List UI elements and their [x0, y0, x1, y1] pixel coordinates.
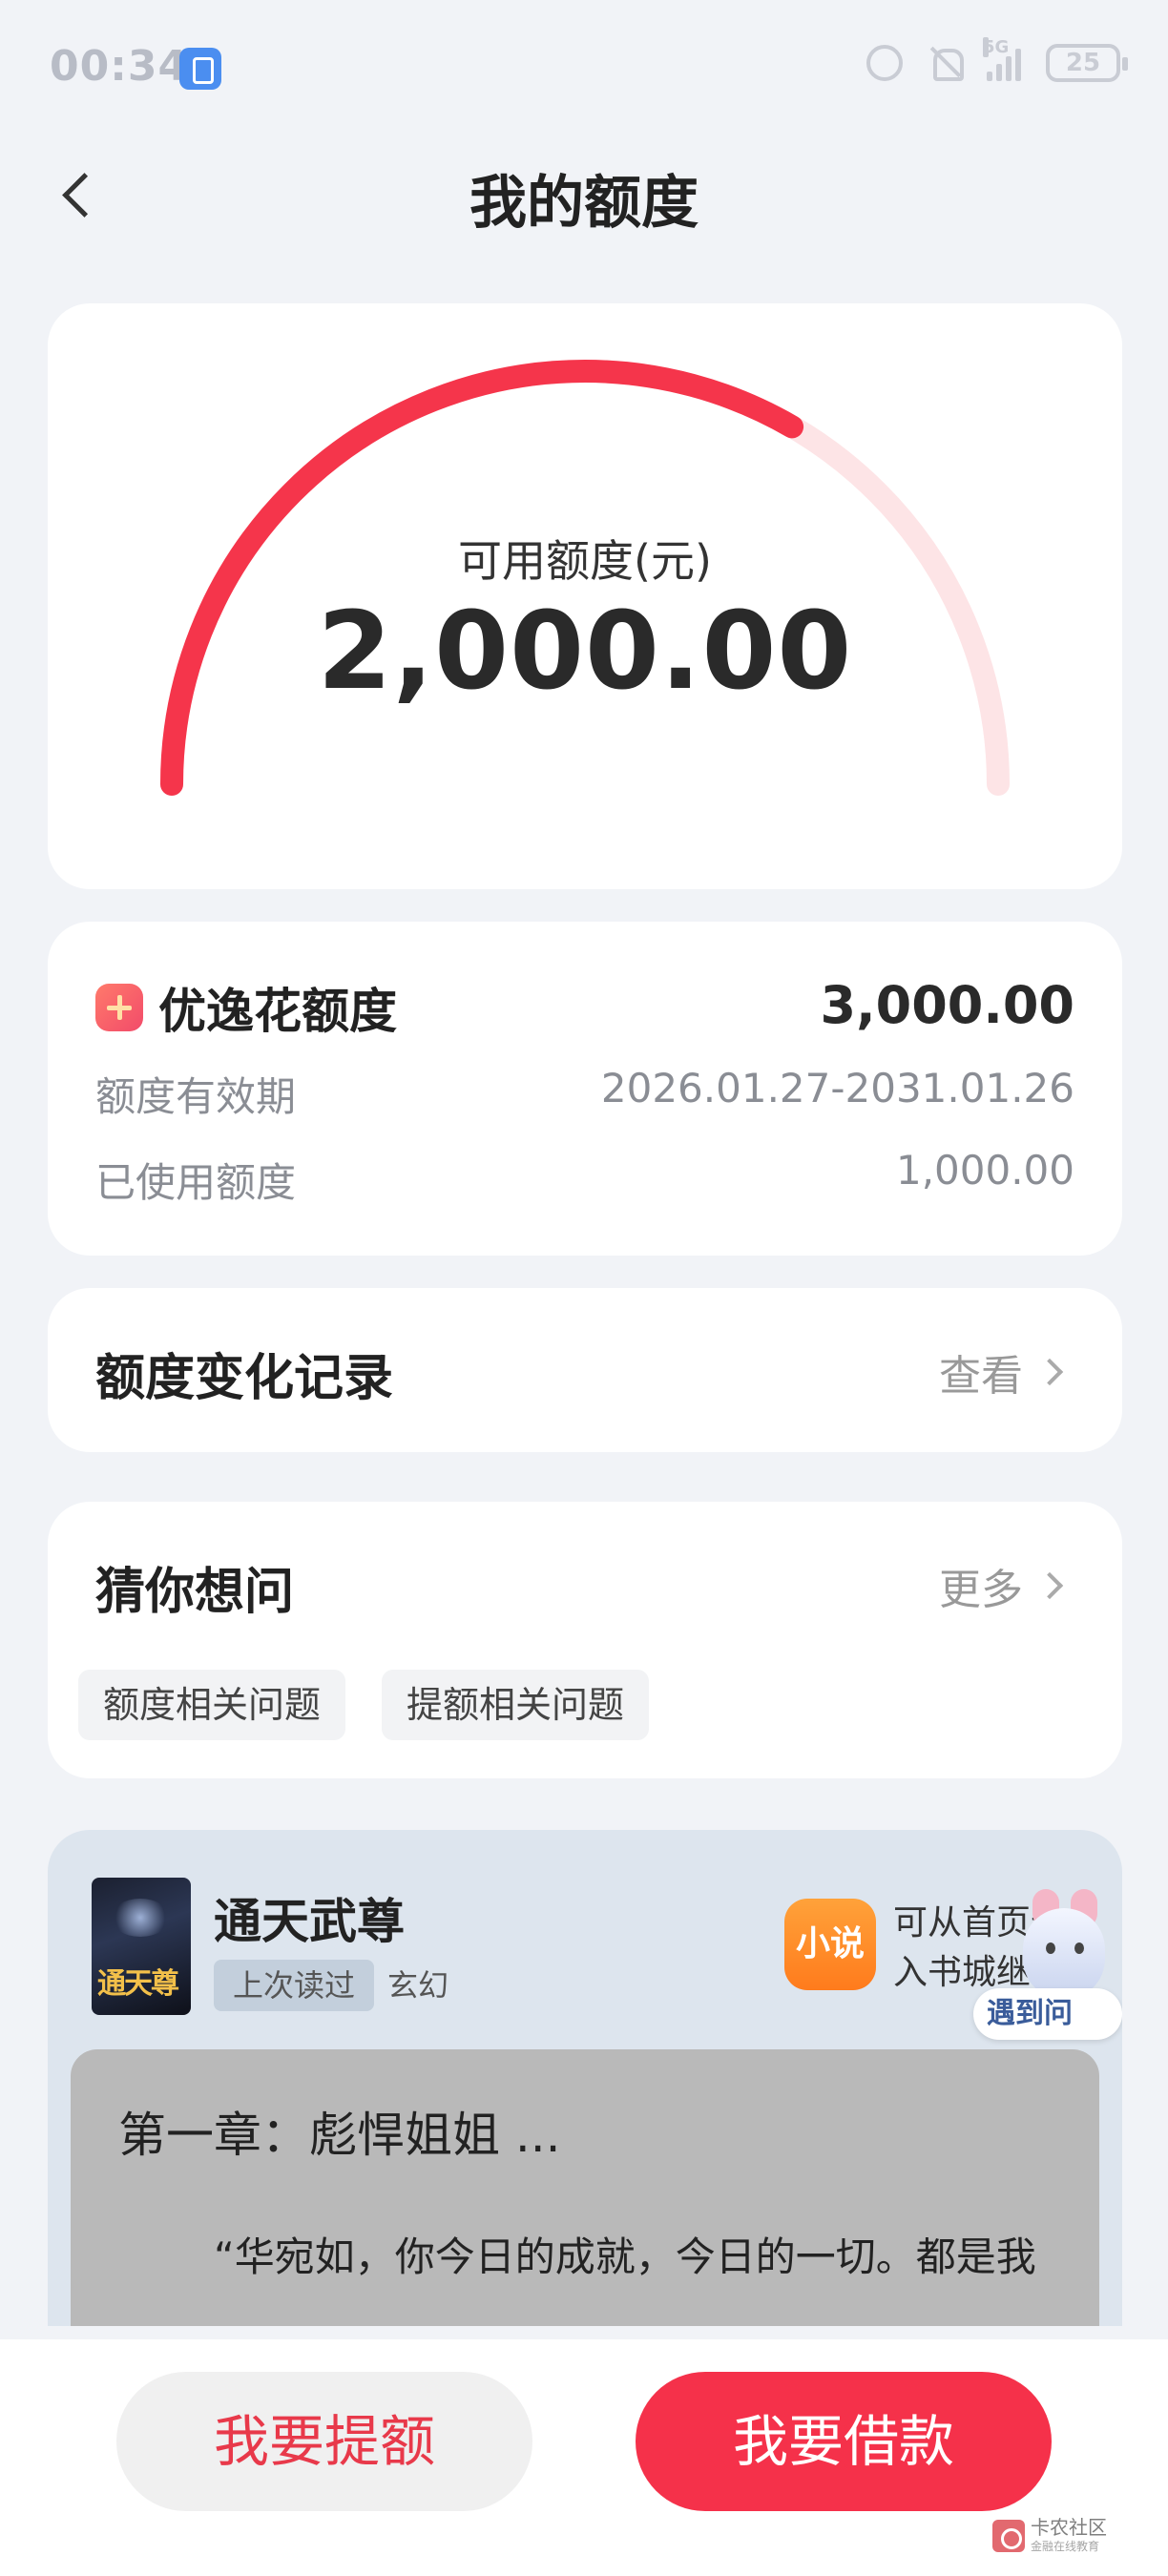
status-bar: 00:34 5G 25 [0, 0, 1168, 134]
used-credit-value: 1,000.00 [895, 1147, 1074, 1194]
credit-record-title: 额度变化记录 [95, 1350, 394, 1407]
chevron-right-icon [1035, 1571, 1064, 1600]
novel-recommend-card[interactable]: 通天尊 通天武尊 上次读过 玄幻 小说 可从首页进入书城继续 遇到问题? 第一章… [48, 1830, 1122, 2326]
chevron-right-icon [1035, 1358, 1064, 1386]
status-icons: 5G 25 [866, 37, 1128, 82]
chapter-preview[interactable]: 第一章：彪悍姐姐 ... “华宛如，你今日的成就，今日的一切。都是我 [71, 2049, 1099, 2326]
available-credit-card: 可用额度(元) 2,000.00 [48, 303, 1122, 889]
book-genre: 玄幻 [387, 1967, 449, 2004]
novel-app-icon[interactable]: 小说 [784, 1899, 876, 1990]
credit-title-row: 优逸花额度 [95, 973, 397, 1042]
used-credit-label: 已使用额度 [95, 1159, 297, 1206]
bottom-action-bar: 我要提额 我要借款 卡农社区 金融在线教育 [0, 2339, 1168, 2576]
status-time: 00:34 [50, 42, 189, 91]
book-cover-text: 通天尊 [97, 1967, 179, 2001]
faq-tags: 额度相关问题 提额相关问题 [78, 1670, 650, 1740]
page-title: 我的额度 [469, 170, 699, 237]
credit-total: 3,000.00 [820, 975, 1074, 1035]
raise-credit-button[interactable]: 我要提额 [116, 2372, 532, 2511]
book-title[interactable]: 通天武尊 [214, 1883, 405, 1952]
available-credit-value: 2,000.00 [317, 590, 853, 714]
credit-detail-card: 优逸花额度 3,000.00 额度有效期 2026.01.27-2031.01.… [48, 922, 1122, 1256]
faq-tag-credit[interactable]: 额度相关问题 [78, 1670, 346, 1740]
borrow-button[interactable]: 我要借款 [636, 2372, 1052, 2511]
nav-header: 我的额度 [0, 143, 1168, 248]
watermark-text: 卡农社区 [1031, 2516, 1107, 2539]
network-type: 5G [983, 37, 1010, 57]
app-notification-icon [179, 48, 221, 90]
view-record-label: 查看 [939, 1352, 1023, 1401]
faq-title: 猜你想问 [95, 1564, 295, 1621]
book-cover[interactable]: 通天尊 [92, 1878, 191, 2015]
brand-icon [95, 984, 143, 1031]
alarm-icon [866, 45, 903, 81]
available-credit-label: 可用额度(元) [458, 535, 712, 587]
validity-label: 额度有效期 [95, 1073, 297, 1120]
faq-more-link[interactable]: 更多 [939, 1555, 1064, 1616]
view-record-link[interactable]: 查看 [939, 1341, 1064, 1402]
faq-tag-raise[interactable]: 提额相关问题 [382, 1670, 650, 1740]
last-read-tag: 上次读过 [214, 1960, 375, 2011]
watermark-sub: 金融在线教育 [1031, 2540, 1100, 2553]
faq-more-label: 更多 [939, 1566, 1023, 1614]
faq-card: 猜你想问 更多 额度相关问题 提额相关问题 [48, 1502, 1122, 1778]
watermark: 卡农社区 金融在线教育 [992, 2517, 1107, 2554]
watermark-logo-icon [992, 2519, 1025, 2552]
credit-title: 优逸花额度 [158, 984, 397, 1039]
help-button[interactable]: 遇到问题? [973, 1988, 1122, 2082]
validity-value: 2026.01.27-2031.01.26 [600, 1065, 1074, 1111]
chapter-text: “华宛如，你今日的成就，今日的一切。都是我 [214, 2233, 1036, 2280]
signal-icon: 5G [983, 37, 1021, 81]
chapter-title: 第一章：彪悍姐姐 ... [118, 2108, 561, 2163]
mute-icon [928, 45, 964, 81]
battery-icon: 25 [1046, 44, 1128, 82]
credit-record-card[interactable]: 额度变化记录 查看 [48, 1288, 1122, 1452]
